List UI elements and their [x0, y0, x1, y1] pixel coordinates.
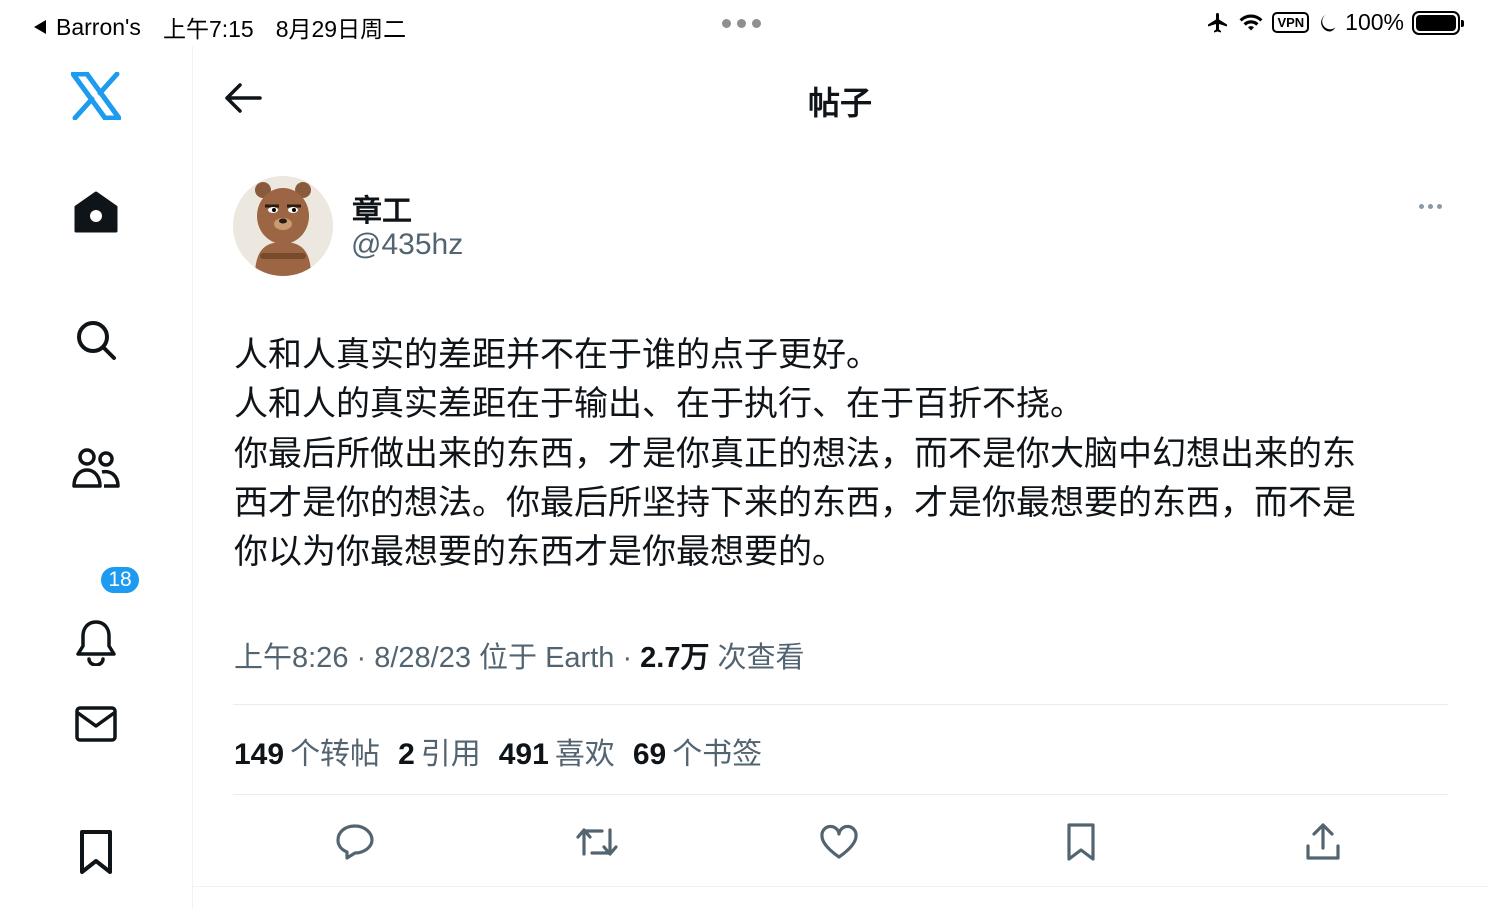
x-logo-icon[interactable] — [70, 70, 122, 122]
share-button[interactable] — [1301, 820, 1345, 864]
back-to-app-icon[interactable] — [34, 20, 46, 34]
divider — [233, 794, 1448, 795]
sidebar-item-messages[interactable] — [70, 698, 122, 750]
like-button[interactable] — [817, 820, 861, 864]
sidebar-item-communities[interactable] — [70, 442, 122, 494]
post-body-line: 人和人的真实差距在于输出、在于执行、在于百折不挠。 — [234, 385, 1084, 424]
back-to-app-label[interactable]: Barron's — [56, 14, 141, 41]
post-body-line: 人和人真实的差距并不在于谁的点子更好。 — [234, 336, 880, 374]
repost-button[interactable] — [575, 820, 619, 864]
post-timestamp[interactable]: 上午8:26 · 8/28/23 位于 Earth · — [234, 642, 640, 674]
notifications-badge: 18 — [99, 565, 141, 595]
multitasking-dots-icon[interactable] — [722, 19, 761, 28]
status-date: 8月29日周二 — [275, 16, 407, 42]
reply-button[interactable] — [333, 820, 377, 864]
wifi-icon — [1239, 13, 1263, 30]
post-body: 人和人真实的差距并不在于谁的点子更好。 人和人的真实差距在于输出、在于执行、在于… — [234, 331, 1434, 577]
people-icon — [72, 448, 120, 488]
back-button[interactable] — [220, 76, 264, 120]
reposts-stat[interactable]: 149 个转帖 — [234, 729, 380, 773]
arrow-left-icon — [225, 83, 262, 113]
sidebar-item-bookmarks[interactable] — [70, 826, 122, 878]
author-handle[interactable]: @435hz — [351, 228, 463, 262]
airplane-icon — [1208, 12, 1228, 32]
battery-icon — [1412, 10, 1464, 35]
heart-icon — [820, 824, 858, 859]
sidebar-item-notifications[interactable] — [70, 616, 122, 668]
author-name[interactable]: 章工 — [352, 186, 412, 230]
share-icon — [1306, 823, 1340, 860]
bookmark-button[interactable] — [1059, 820, 1103, 864]
bookmark-icon — [80, 830, 112, 874]
status-bar: Barron's 上午7:15 8月29日周二 VPN 100% — [0, 0, 1488, 46]
bottom-divider — [193, 886, 1488, 887]
vpn-badge: VPN — [1272, 12, 1310, 33]
bookmark-outline-icon — [1067, 823, 1095, 861]
status-time: 上午7:15 — [162, 16, 254, 42]
mail-icon — [75, 706, 117, 742]
divider — [233, 704, 1448, 705]
comment-icon — [336, 824, 374, 860]
home-icon — [74, 191, 118, 233]
post-body-line: 你以为你最想要的东西才是你最想要的。 — [234, 533, 846, 572]
bell-icon — [76, 620, 116, 666]
repost-icon — [576, 828, 618, 856]
status-right: VPN 100% — [1206, 9, 1464, 36]
post-stats: 149 个转帖 2 引用 491 喜欢 69 个书签 — [234, 729, 762, 773]
post-body-line: 西才是你的想法。你最后所坚持下来的东西，才是你最想要的东西，而不是 — [234, 483, 1356, 522]
views-count: 2.7万 — [640, 642, 710, 674]
search-icon — [77, 321, 116, 360]
views-label: 次查看 — [709, 642, 805, 674]
post-meta: 上午8:26 · 8/28/23 位于 Earth · 2.7万 次查看 — [234, 634, 805, 676]
status-left: Barron's 上午7:15 8月29日周二 — [34, 10, 406, 44]
battery-percent: 100% — [1345, 9, 1404, 35]
bookmarks-stat[interactable]: 69 个书签 — [633, 729, 762, 773]
avatar[interactable] — [233, 176, 333, 276]
moon-icon — [1321, 14, 1336, 32]
sidebar: 18 — [0, 46, 193, 909]
post-body-line: 你最后所做出来的东西，才是你真正的想法，而不是你大脑中幻想出来的东 — [234, 434, 1356, 473]
more-options-icon[interactable] — [1412, 196, 1448, 216]
sidebar-item-search[interactable] — [70, 314, 122, 366]
quotes-stat[interactable]: 2 引用 — [398, 729, 481, 773]
page-title: 帖子 — [807, 85, 872, 121]
likes-stat[interactable]: 491 喜欢 — [499, 729, 615, 773]
sidebar-item-home[interactable] — [70, 186, 122, 238]
